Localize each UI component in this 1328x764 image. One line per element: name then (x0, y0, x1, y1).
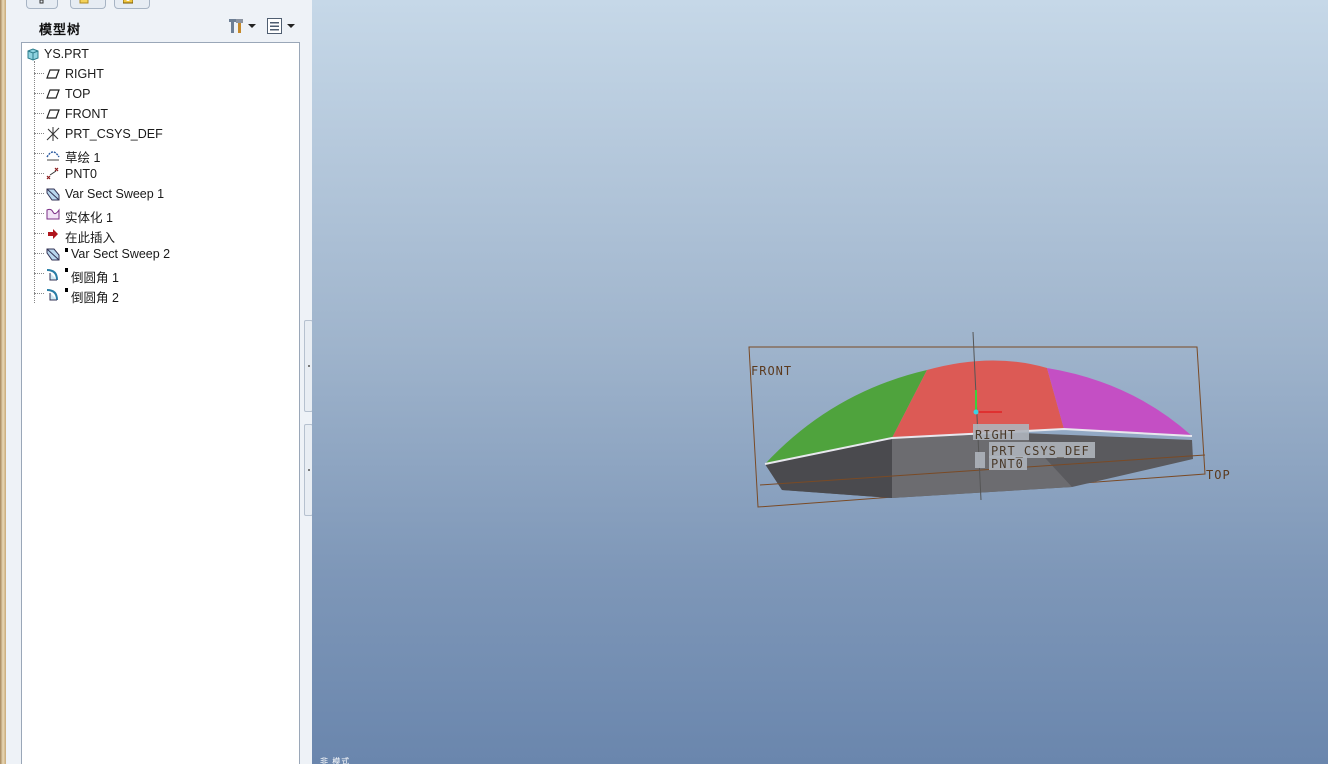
coordinate-system-icon (46, 127, 60, 141)
suppressed-marker (65, 268, 68, 272)
datum-label-csys: PRT_CSYS_DEF (991, 444, 1090, 458)
model-view[interactable]: FRONT RIGHT PRT_CSYS_DEF PNT0 TOP (312, 0, 1328, 764)
tree-item-round1[interactable]: 倒圆角 1 (22, 264, 292, 285)
tree-item-sweep1[interactable]: Var Sect Sweep 1 (22, 184, 292, 204)
tree-item-insert-here[interactable]: 在此插入 (22, 224, 292, 245)
datum-label-right: RIGHT (975, 428, 1016, 442)
tree-item-label: FRONT (65, 107, 109, 121)
round-icon (46, 269, 58, 281)
datum-plane-icon (46, 109, 60, 119)
navigator-tabs (18, 0, 168, 9)
insert-here-arrow-icon (48, 229, 58, 239)
tools-icon (229, 19, 243, 33)
datum-plane-icon (46, 69, 60, 79)
tree-root[interactable]: YS.PRT (22, 44, 292, 64)
tree-item-round2[interactable]: 倒圆角 2 (22, 284, 292, 305)
tree-item-right[interactable]: RIGHT (22, 64, 292, 84)
part-icon (27, 48, 39, 61)
surface-magenta (1047, 368, 1192, 436)
tree-item-label: 倒圆角 2 (71, 291, 119, 305)
show-button[interactable] (265, 17, 297, 35)
csys-origin (973, 409, 979, 415)
mode-indicator: 非 模式 (320, 757, 351, 764)
tree-item-csys[interactable]: PRT_CSYS_DEF (22, 124, 292, 144)
datum-label-front: FRONT (751, 364, 792, 378)
tree-item-label: PRT_CSYS_DEF (65, 127, 163, 141)
navigator-panel: 模型树 YS.PRT RIGHT TOP FRONT PRT_CSYS_DEF … (6, 0, 306, 764)
model-tree: YS.PRT RIGHT TOP FRONT PRT_CSYS_DEF 草绘 1… (21, 42, 300, 764)
settings-button[interactable] (226, 17, 258, 35)
tree-item-sketch[interactable]: 草绘 1 (22, 144, 292, 165)
tree-item-label: RIGHT (65, 67, 104, 81)
sweep-icon (46, 248, 60, 261)
datum-label-point: PNT0 (991, 457, 1024, 471)
tab-model-tree[interactable] (26, 0, 58, 9)
tree-root-label: YS.PRT (44, 47, 89, 61)
tab-folder-browser[interactable] (70, 0, 106, 9)
model-tree-title: 模型树 (39, 22, 82, 37)
tree-item-label: PNT0 (65, 167, 97, 181)
suppressed-marker (65, 248, 68, 252)
tree-item-label: Var Sect Sweep 1 (65, 187, 165, 201)
tree-item-top[interactable]: TOP (22, 84, 292, 104)
tree-item-front[interactable]: FRONT (22, 104, 292, 124)
suppressed-marker (65, 288, 68, 292)
model-tree-header: 模型树 (12, 12, 308, 40)
datum-label-top: TOP (1206, 468, 1231, 482)
favorites-icon (123, 0, 133, 4)
chevron-down-icon (287, 24, 295, 28)
tab-favorites[interactable] (114, 0, 150, 9)
tree-item-sweep2[interactable]: Var Sect Sweep 2 (22, 244, 292, 264)
tree-item-point[interactable]: PNT0 (22, 164, 292, 184)
label-bg (975, 452, 985, 468)
datum-plane-icon (46, 89, 60, 99)
panel-splitter[interactable] (303, 0, 313, 764)
datum-point-icon (46, 167, 59, 180)
tree-item-label: Var Sect Sweep 2 (71, 247, 171, 261)
list-icon (267, 18, 282, 34)
solidify-icon (46, 208, 60, 220)
tree-item-solidify[interactable]: 实体化 1 (22, 204, 292, 225)
model-tree-icon (39, 0, 44, 4)
round-icon (46, 289, 58, 301)
tree-item-label: TOP (65, 87, 91, 101)
chevron-down-icon (248, 24, 256, 28)
sketch-icon (46, 151, 60, 161)
folder-icon (79, 0, 89, 4)
sweep-icon (46, 188, 60, 201)
graphics-window[interactable]: FRONT RIGHT PRT_CSYS_DEF PNT0 TOP 非 模式 (312, 0, 1328, 764)
